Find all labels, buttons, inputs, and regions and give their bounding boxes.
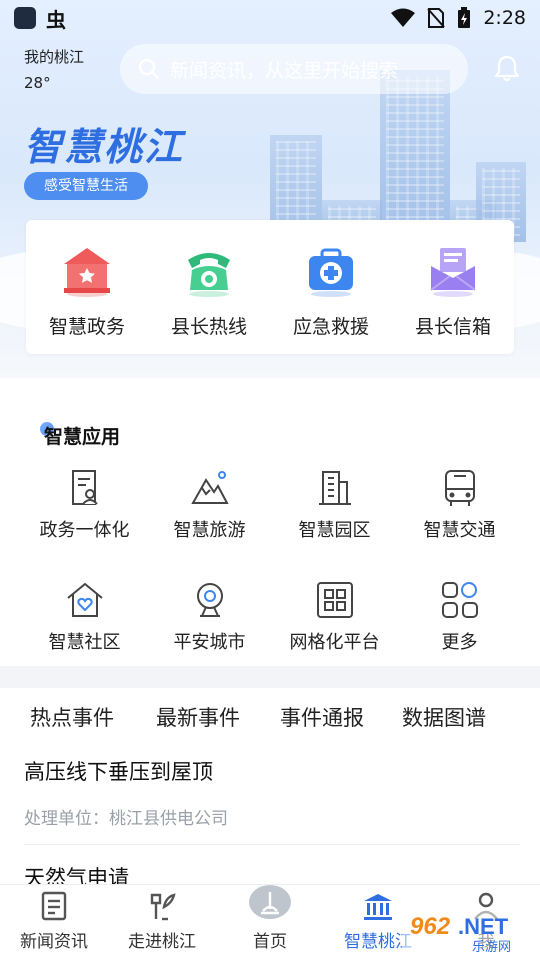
watermark-logo: 962 .NET 乐游网 (402, 908, 534, 955)
slogan-badge: 感受智慧生活 (24, 172, 148, 200)
quick-entry-label: 县长热线 (170, 316, 247, 338)
webcam-icon (196, 583, 223, 617)
bank-icon (364, 894, 392, 920)
nav-explore[interactable]: 走进桃江 (108, 885, 216, 960)
tab-label: 热点事件 (30, 706, 114, 730)
bug-icon: 虫 (46, 7, 66, 32)
quick-entry-label: 智慧政务 (48, 316, 125, 338)
tab-label: 事件通报 (280, 706, 364, 730)
quick-entry-government[interactable]: 智慧政务 (26, 220, 148, 354)
tab-event-notices[interactable]: 事件通报 (280, 702, 364, 732)
app-label: 更多 (441, 632, 478, 653)
app-safe-city[interactable]: 平安城市 (147, 580, 272, 654)
svg-text:.NET: .NET (458, 914, 509, 939)
quick-entry-hotline[interactable]: 县长热线 (148, 220, 270, 354)
house-heart-icon (66, 582, 103, 617)
tab-latest-events[interactable]: 最新事件 (156, 702, 240, 732)
more-apps-icon (441, 582, 478, 618)
search-icon (138, 58, 160, 80)
nav-label: 首页 (253, 932, 287, 952)
explore-icon (150, 893, 176, 921)
quick-entry-label: 县长信箱 (414, 316, 491, 338)
nav-label: 新闻资讯 (20, 932, 88, 952)
smart-apps-section: 智慧应用 政务一体化 智慧旅游 智慧园区 智慧交通 智慧社区 平安城市 网格化平… (0, 378, 540, 666)
location-name: 我的桃江 (24, 48, 85, 66)
app-label: 网格化平台 (289, 632, 380, 653)
app-smart-tourism[interactable]: 智慧旅游 (147, 468, 272, 542)
battery-charging-icon (458, 7, 471, 28)
news-item-handler: 处理单位：桃江县供电公司 (24, 809, 228, 829)
app-label: 智慧社区 (48, 632, 121, 653)
app-more[interactable]: 更多 (397, 580, 522, 654)
mountain-icon (190, 471, 229, 504)
building-decoration (380, 70, 450, 240)
app-smart-traffic[interactable]: 智慧交通 (397, 468, 522, 542)
divider (24, 844, 520, 845)
temperature: 28° (24, 74, 51, 92)
app-grid-platform[interactable]: 网格化平台 (272, 580, 397, 654)
app-government-integration[interactable]: 政务一体化 (22, 468, 147, 542)
news-section: 热点事件 最新事件 事件通报 数据图谱 高压线下垂压到屋顶 处理单位：桃江县供电… (0, 688, 540, 890)
telephone-icon (188, 253, 230, 297)
no-sim-icon (427, 8, 446, 28)
wifi-icon (391, 8, 416, 27)
svg-text:962: 962 (410, 913, 451, 940)
app-label: 平安城市 (173, 632, 246, 653)
tab-label: 数据图谱 (402, 706, 486, 730)
nav-news[interactable]: 新闻资讯 (0, 885, 108, 960)
office-building-icon (318, 471, 351, 505)
nav-label: 走进桃江 (128, 932, 196, 952)
app-label: 智慧交通 (423, 520, 496, 541)
news-item-title[interactable]: 高压线下垂压到屋顶 (24, 756, 213, 786)
quick-entry-mailbox[interactable]: 县长信箱 (392, 220, 514, 354)
quick-entries-card: 智慧政务 县长热线 应急救援 县长信箱 (26, 220, 514, 354)
bus-icon (444, 470, 475, 506)
bell-icon[interactable] (494, 54, 520, 82)
app-label: 智慧旅游 (173, 520, 246, 541)
quick-entry-emergency[interactable]: 应急救援 (270, 220, 392, 354)
location-weather[interactable]: 我的桃江 28° (24, 44, 84, 96)
tab-hot-events[interactable]: 热点事件 (30, 702, 114, 732)
clock: 2:28 (483, 7, 526, 29)
search-placeholder: 新闻资讯，从这里开始搜索 (170, 59, 399, 82)
app-smart-park[interactable]: 智慧园区 (272, 468, 397, 542)
brand-title: 智慧桃江 (24, 125, 185, 169)
first-aid-kit-icon (309, 248, 353, 297)
home-logo-icon (249, 885, 291, 919)
news-icon (41, 891, 67, 921)
tab-label: 最新事件 (156, 706, 240, 730)
section-title: 智慧应用 (44, 426, 121, 448)
search-bar[interactable]: 新闻资讯，从这里开始搜索 (120, 44, 468, 94)
grid-icon (316, 582, 353, 618)
document-person-icon (71, 470, 98, 505)
app-label: 政务一体化 (39, 520, 130, 541)
government-building-icon (64, 248, 110, 297)
status-bar: 虫 2:28 (0, 0, 540, 36)
app-label: 智慧园区 (298, 520, 371, 541)
nav-home[interactable]: 首页 (216, 885, 324, 960)
svg-text:乐游网: 乐游网 (472, 940, 511, 955)
mailbox-icon (430, 248, 476, 297)
app-smart-community[interactable]: 智慧社区 (22, 580, 147, 654)
app-notification-icon (14, 7, 36, 29)
tab-data-graph[interactable]: 数据图谱 (402, 702, 486, 732)
quick-entry-label: 应急救援 (292, 316, 369, 338)
